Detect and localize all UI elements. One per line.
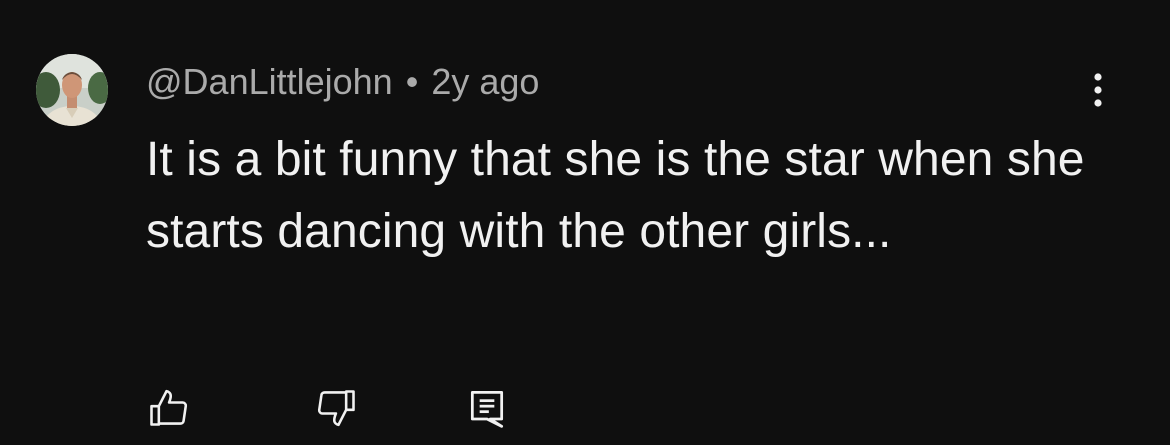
meta-separator: • [405,61,419,102]
more-vertical-icon [1094,73,1102,107]
comment-text: It is a bit funny that she is the star w… [146,133,1085,258]
avatar-photo [36,54,108,126]
avatar[interactable] [36,54,108,126]
dislike-button[interactable] [313,384,361,432]
comment-header: @DanLittlejohn • 2y ago [146,60,539,104]
reply-comment-icon [470,391,504,428]
like-button[interactable] [144,384,192,432]
thumbs-up-icon [150,389,188,426]
reply-button[interactable] [463,384,511,432]
author-name[interactable]: @DanLittlejohn [146,61,393,103]
more-actions-button[interactable] [1078,68,1118,112]
thumbs-down-icon [317,390,355,427]
comment-timestamp[interactable]: 2y ago [431,61,539,103]
comment-thread: @DanLittlejohn • 2y ago It is a bit funn… [0,0,1170,445]
